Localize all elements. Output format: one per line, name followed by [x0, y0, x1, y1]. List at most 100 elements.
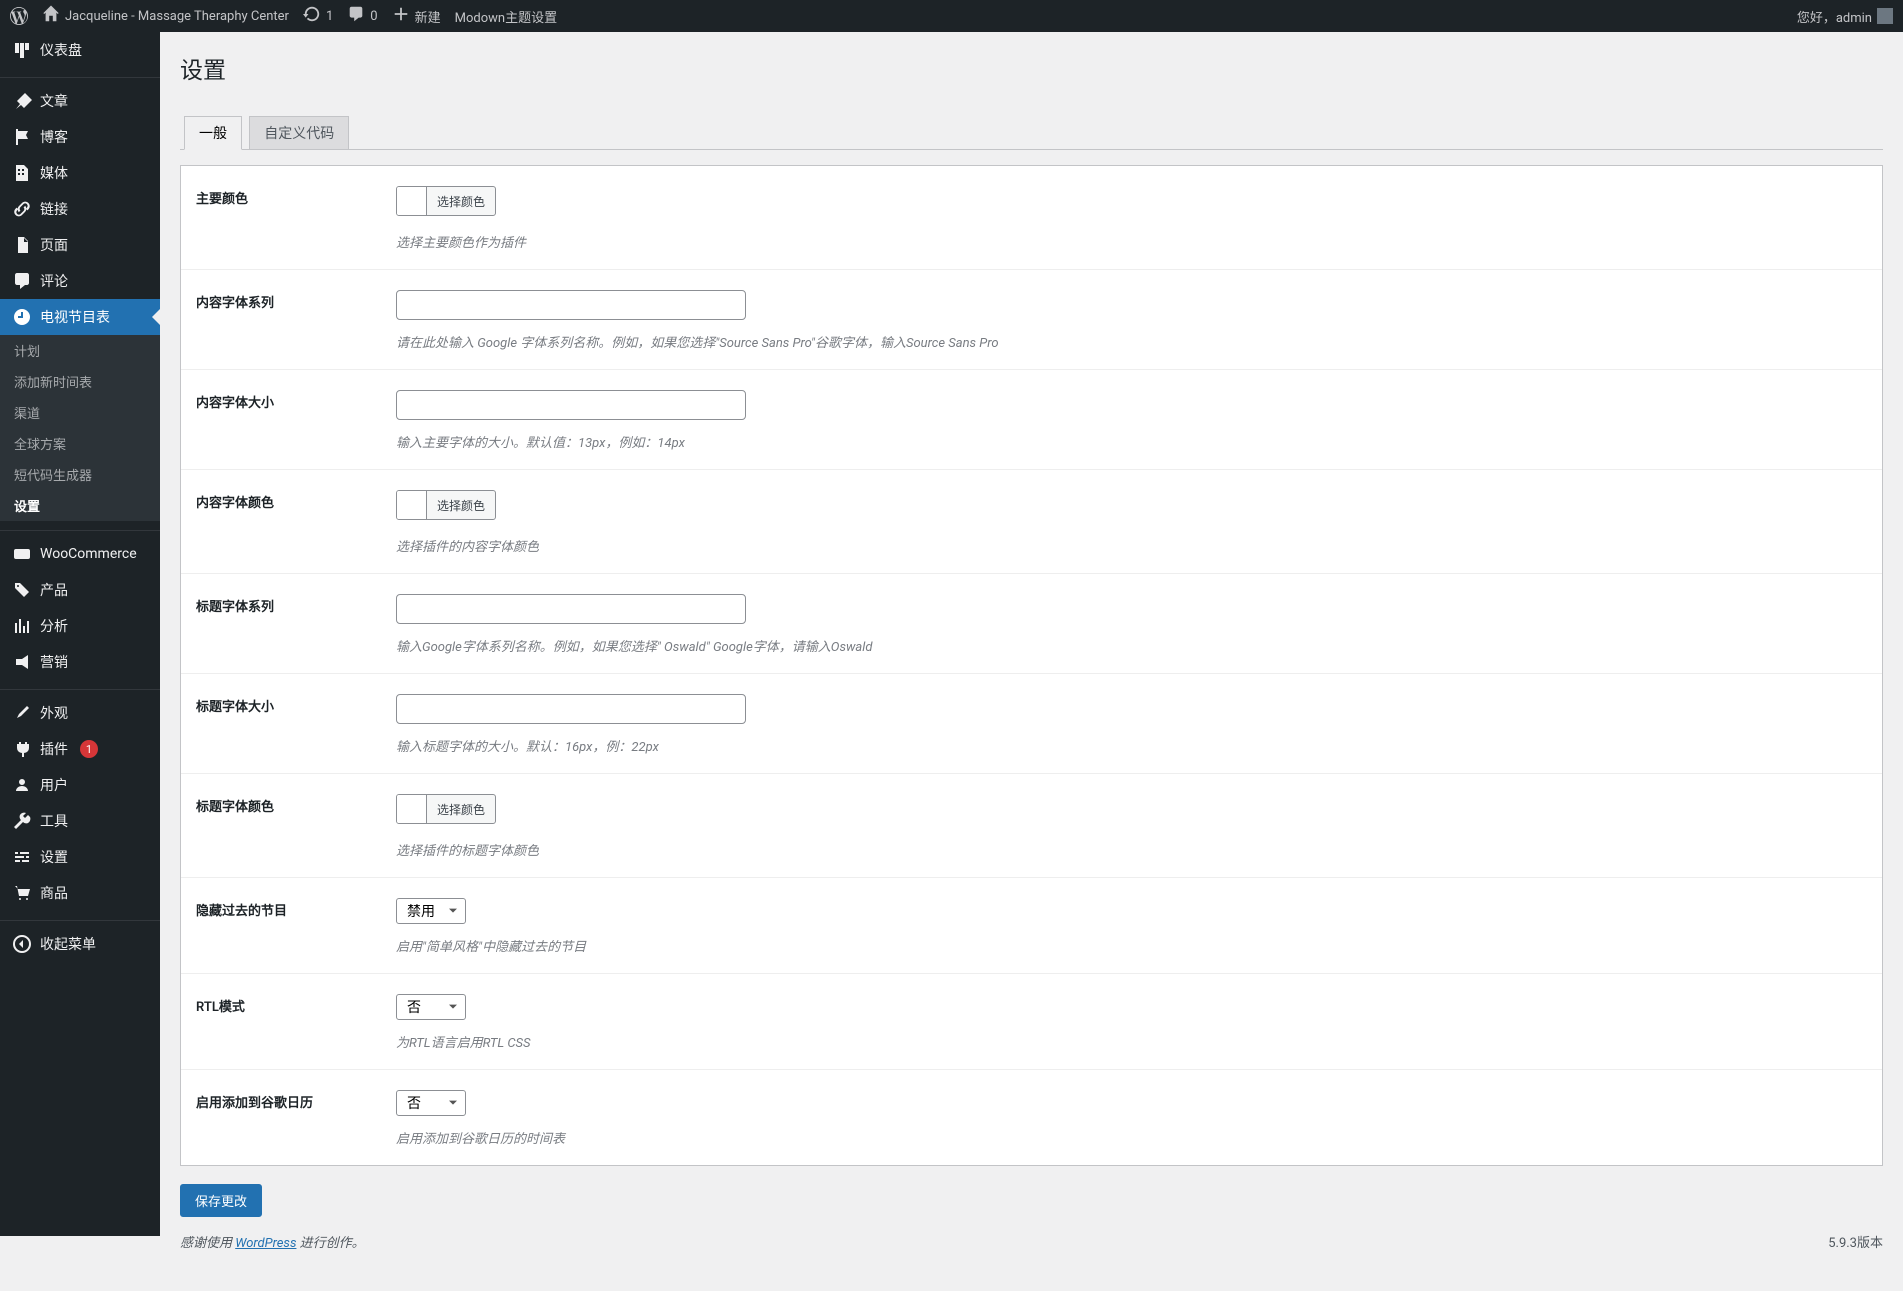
help-title-font-family: 输入Google字体系列名称。例如，如果您选择" Oswald" Google字…	[396, 636, 1867, 655]
hide-past-select[interactable]: 禁用	[396, 898, 466, 924]
sidebar-posts[interactable]: 文章	[0, 83, 160, 119]
sidebar-collapse[interactable]: 收起菜单	[0, 926, 160, 962]
row-title-font-family: 标题字体系列 输入Google字体系列名称。例如，如果您选择" Oswald" …	[181, 574, 1882, 674]
save-button[interactable]: 保存更改	[180, 1184, 262, 1217]
sidebar-woocommerce[interactable]: WooCommerce	[0, 536, 160, 572]
rtl-mode-select[interactable]: 否	[396, 994, 466, 1020]
greeting: 您好，admin	[1797, 7, 1872, 26]
sidebar-users-label: 用户	[40, 775, 68, 795]
cart-icon	[12, 883, 32, 903]
sidebar-settings[interactable]: 设置	[0, 839, 160, 875]
sidebar-media-label: 媒体	[40, 163, 68, 183]
title-font-family-input[interactable]	[396, 594, 746, 624]
sidebar-pages[interactable]: 页面	[0, 227, 160, 263]
row-content-font-family: 内容字体系列 请在此处输入 Google 字体系列名称。例如，如果您选择"Sou…	[181, 270, 1882, 370]
tab-wrapper: 一般 自定义代码	[180, 107, 1883, 150]
product-icon	[12, 580, 32, 600]
sidebar-plugins-label: 插件	[40, 739, 68, 759]
comments-count: 0	[370, 9, 377, 24]
sidebar-users[interactable]: 用户	[0, 767, 160, 803]
sidebar-submenu: 计划 添加新时间表 渠道 全球方案 短代码生成器 设置	[0, 335, 160, 521]
sidebar-plugins[interactable]: 插件 1	[0, 731, 160, 767]
footer-version: 5.9.3版本	[1828, 1232, 1883, 1251]
help-content-font-size: 输入主要字体的大小。默认值：13px，例如：14px	[396, 432, 1867, 451]
sidebar-appearance[interactable]: 外观	[0, 695, 160, 731]
sidebar-media[interactable]: 媒体	[0, 155, 160, 191]
help-rtl-mode: 为RTL语言启用RTL CSS	[396, 1032, 1867, 1051]
sidebar-marketing-label: 营销	[40, 652, 68, 672]
sidebar-comments[interactable]: 评论	[0, 263, 160, 299]
submenu-settings[interactable]: 设置	[0, 490, 160, 521]
label-add-gcal: 启用添加到谷歌日历	[196, 1090, 396, 1147]
tab-general[interactable]: 一般	[184, 116, 242, 150]
sidebar-blog[interactable]: 博客	[0, 119, 160, 155]
user-account[interactable]: 您好，admin	[1797, 7, 1893, 26]
sidebar-shop[interactable]: 商品	[0, 875, 160, 911]
footer-thanks: 感谢使用 WordPress 进行创作。	[180, 1232, 365, 1251]
footer-thanks-prefix: 感谢使用	[180, 1236, 235, 1251]
sidebar-marketing[interactable]: 营销	[0, 644, 160, 680]
sidebar-comments-label: 评论	[40, 271, 68, 291]
comment-icon	[12, 271, 32, 291]
help-add-gcal: 启用添加到谷歌日历的时间表	[396, 1128, 1867, 1147]
wrench-icon	[12, 811, 32, 831]
row-content-font-size: 内容字体大小 输入主要字体的大小。默认值：13px，例如：14px	[181, 370, 1882, 470]
color-picker-label: 选择颜色	[427, 497, 495, 514]
row-title-font-color: 标题字体颜色 选择颜色 选择插件的标题字体颜色	[181, 774, 1882, 878]
updates-link[interactable]: 1	[303, 5, 333, 27]
sidebar-products[interactable]: 产品	[0, 572, 160, 608]
sidebar-dashboard[interactable]: 仪表盘	[0, 32, 160, 68]
modown-link[interactable]: Modown主题设置	[455, 7, 557, 26]
woocommerce-icon	[12, 544, 32, 564]
modown-label: Modown主题设置	[455, 7, 557, 26]
help-hide-past: 启用"简单风格"中隐藏过去的节目	[396, 936, 1867, 955]
title-font-color-picker[interactable]: 选择颜色	[396, 794, 496, 824]
submenu-plan[interactable]: 计划	[0, 335, 160, 366]
label-hide-past: 隐藏过去的节目	[196, 898, 396, 955]
updates-count: 1	[326, 9, 333, 24]
submenu-channel[interactable]: 渠道	[0, 397, 160, 428]
content-font-size-input[interactable]	[396, 390, 746, 420]
content-font-color-picker[interactable]: 选择颜色	[396, 490, 496, 520]
sliders-icon	[12, 847, 32, 867]
color-swatch-icon	[397, 490, 427, 520]
label-rtl-mode: RTL模式	[196, 994, 396, 1051]
new-link[interactable]: 新建	[392, 5, 441, 27]
add-gcal-select[interactable]: 否	[396, 1090, 466, 1116]
title-font-size-input[interactable]	[396, 694, 746, 724]
sidebar-shop-label: 商品	[40, 883, 68, 903]
plus-icon	[392, 5, 410, 27]
submenu-add-timesheet[interactable]: 添加新时间表	[0, 366, 160, 397]
sidebar-woocommerce-label: WooCommerce	[40, 546, 137, 562]
submenu-shortcode-gen[interactable]: 短代码生成器	[0, 459, 160, 490]
tab-custom-code[interactable]: 自定义代码	[249, 116, 349, 150]
wordpress-link[interactable]: WordPress	[235, 1236, 296, 1251]
site-link[interactable]: Jacqueline - Massage Theraphy Center	[42, 5, 289, 27]
wordpress-logo[interactable]	[10, 7, 28, 25]
sidebar-dashboard-label: 仪表盘	[40, 40, 82, 60]
sidebar-separator	[0, 73, 160, 78]
submit-row: 保存更改	[180, 1184, 1883, 1217]
sidebar-collapse-label: 收起菜单	[40, 934, 96, 954]
wordpress-icon	[10, 7, 28, 25]
sidebar-tv-schedule[interactable]: 电视节目表	[0, 299, 160, 335]
sidebar-tools[interactable]: 工具	[0, 803, 160, 839]
content-font-family-input[interactable]	[396, 290, 746, 320]
page-title: 设置	[180, 42, 1883, 107]
sidebar-analytics[interactable]: 分析	[0, 608, 160, 644]
comments-link[interactable]: 0	[347, 5, 377, 27]
flag-icon	[12, 127, 32, 147]
sidebar-separator	[0, 526, 160, 531]
label-content-font-size: 内容字体大小	[196, 390, 396, 451]
sidebar-appearance-label: 外观	[40, 703, 68, 723]
help-main-color: 选择主要颜色作为插件	[396, 232, 1867, 251]
main-color-picker[interactable]: 选择颜色	[396, 186, 496, 216]
row-main-color: 主要颜色 选择颜色 选择主要颜色作为插件	[181, 166, 1882, 270]
sidebar-blog-label: 博客	[40, 127, 68, 147]
sidebar-links[interactable]: 链接	[0, 191, 160, 227]
sidebar-separator	[0, 916, 160, 921]
label-title-font-color: 标题字体颜色	[196, 794, 396, 859]
footer-thanks-suffix: 进行创作。	[296, 1236, 364, 1251]
sidebar-tv-schedule-label: 电视节目表	[40, 307, 110, 327]
submenu-global-plan[interactable]: 全球方案	[0, 428, 160, 459]
